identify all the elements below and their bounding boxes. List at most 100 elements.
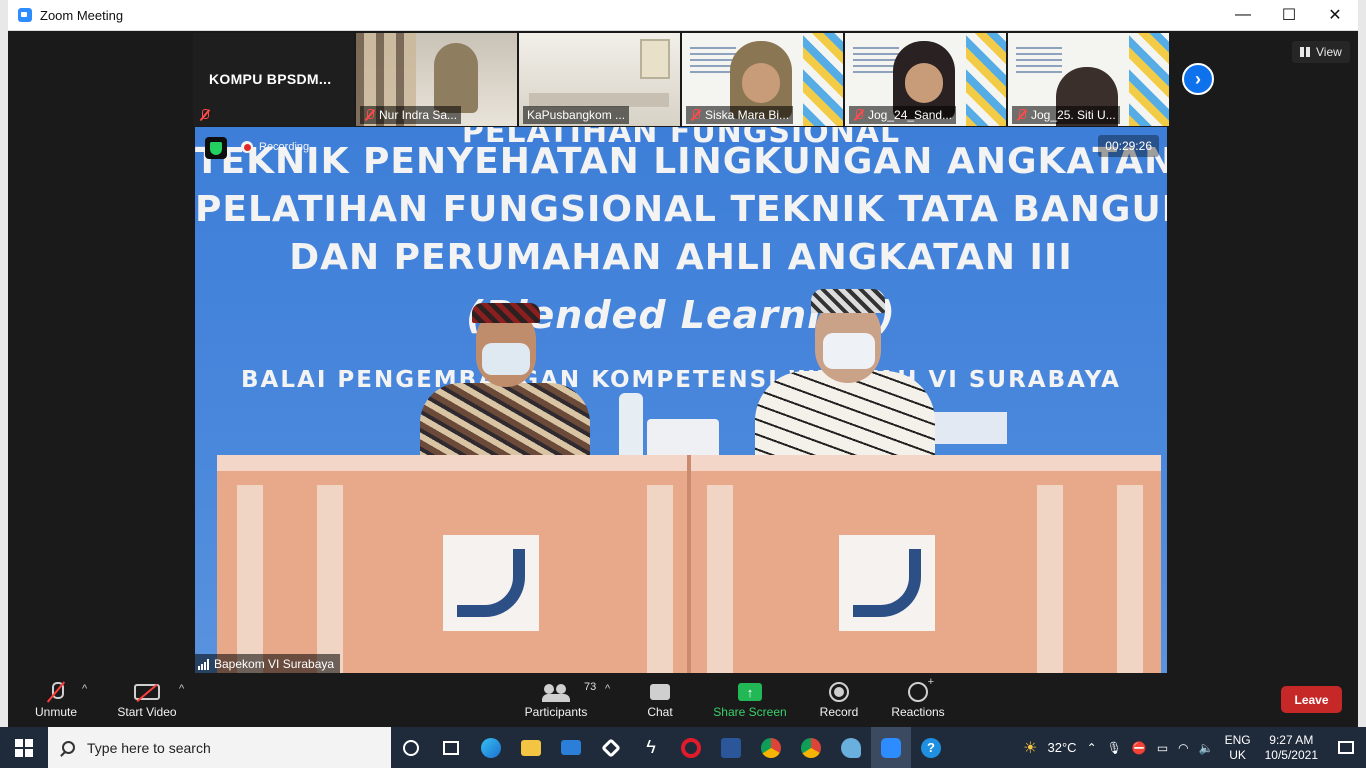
recording-indicator: Recording bbox=[241, 141, 309, 153]
clock[interactable]: 9:27 AM 10/5/2021 bbox=[1257, 733, 1326, 763]
presenter-headband bbox=[472, 303, 540, 323]
participants-count: 73 bbox=[584, 681, 597, 693]
zoom-taskbar-icon[interactable] bbox=[871, 727, 911, 768]
participant-face bbox=[905, 63, 943, 103]
weather-icon[interactable]: ☀ bbox=[1018, 738, 1042, 758]
participants-button[interactable]: 73 Participants bbox=[524, 679, 597, 719]
slide-line: (Blended Learning) bbox=[466, 293, 896, 337]
participant-name: KaPusbangkom ... bbox=[527, 108, 626, 122]
paint-icon[interactable] bbox=[831, 727, 871, 768]
desk-panel bbox=[317, 485, 343, 674]
task-view-icon[interactable] bbox=[431, 727, 471, 768]
volume-icon[interactable]: 🔈 bbox=[1194, 741, 1219, 755]
word-icon[interactable] bbox=[711, 727, 751, 768]
presenter-left bbox=[410, 303, 600, 483]
slide-line: BALAI PENGEMBANGAN KOMPETENSI WILAYAH VI… bbox=[241, 367, 1121, 393]
connection-signal-icon bbox=[198, 658, 209, 670]
clock-date: 10/5/2021 bbox=[1264, 747, 1318, 762]
taskbar-search[interactable]: Type here to search bbox=[48, 727, 391, 768]
keyboard-region: UK bbox=[1229, 747, 1246, 762]
desk-panel bbox=[707, 485, 733, 674]
security-shield-icon[interactable] bbox=[205, 137, 227, 159]
start-video-label: Start Video bbox=[117, 705, 177, 719]
name-label: Nur Indra Sa... bbox=[360, 106, 462, 124]
video-options-caret[interactable]: ^ bbox=[179, 683, 184, 695]
desk-divider bbox=[687, 455, 691, 674]
participant-tile[interactable]: Jog_25. Siti U... bbox=[1008, 33, 1169, 126]
office-window bbox=[640, 39, 670, 79]
participant-tile[interactable]: Siska Mara Bi... bbox=[682, 33, 843, 126]
notification-center-icon[interactable] bbox=[1326, 741, 1366, 754]
network-error-icon[interactable]: ⛔ bbox=[1127, 741, 1152, 755]
battery-icon[interactable]: ▭ bbox=[1152, 741, 1173, 755]
chevron-up-icon[interactable]: ⌃ bbox=[1082, 741, 1102, 755]
start-button[interactable] bbox=[0, 727, 48, 768]
participants-options-caret[interactable]: ^ bbox=[605, 683, 610, 695]
participant-tile[interactable]: Nur Indra Sa... bbox=[356, 33, 517, 126]
share-screen-icon: ↑ bbox=[738, 683, 762, 701]
video-off-icon bbox=[134, 684, 160, 700]
thumbnail-strip: KOMPU BPSDM... Nur Indra Sa... KaPusbang… bbox=[193, 33, 1169, 126]
presenter-headband bbox=[811, 289, 885, 313]
close-button[interactable]: ✕ bbox=[1312, 0, 1358, 30]
reactions-icon bbox=[908, 676, 934, 702]
dropbox-icon[interactable] bbox=[591, 727, 631, 768]
mic-muted-icon bbox=[853, 109, 864, 121]
chrome-icon[interactable] bbox=[751, 727, 791, 768]
participant-tile[interactable]: KaPusbangkom ... bbox=[519, 33, 680, 126]
unmute-button[interactable]: Unmute bbox=[32, 679, 80, 719]
tissue-box bbox=[647, 419, 719, 459]
opera-icon[interactable] bbox=[671, 727, 711, 768]
chrome-profile-icon[interactable] bbox=[791, 727, 831, 768]
share-screen-button[interactable]: ↑ Share Screen bbox=[713, 679, 787, 719]
desk-panel bbox=[237, 485, 263, 674]
maximize-button[interactable]: ☐ bbox=[1266, 0, 1312, 30]
speaker-name: Bapekom VI Surabaya bbox=[214, 657, 335, 671]
mail-icon[interactable] bbox=[551, 727, 591, 768]
wifi-icon[interactable]: ◠ bbox=[1173, 741, 1193, 755]
participant-name: Jog_24_Sand... bbox=[868, 108, 953, 122]
windows-logo-icon bbox=[15, 738, 33, 757]
slide-line: DAN PERUMAHAN AHLI ANGKATAN III bbox=[289, 237, 1073, 278]
participant-video bbox=[434, 43, 478, 113]
view-button[interactable]: View bbox=[1292, 41, 1350, 63]
participant-name: Jog_25. Siti U... bbox=[1031, 108, 1116, 122]
language-indicator[interactable]: ENG UK bbox=[1219, 733, 1257, 763]
participant-name: KOMPU BPSDM... bbox=[209, 71, 332, 87]
participant-tile[interactable]: KOMPU BPSDM... bbox=[193, 33, 354, 126]
grid-view-icon bbox=[1300, 47, 1310, 57]
next-page-arrow-icon[interactable]: › bbox=[1182, 63, 1214, 95]
file-explorer-icon[interactable] bbox=[511, 727, 551, 768]
edge-icon[interactable] bbox=[471, 727, 511, 768]
meeting-toolbar: Unmute ^ Start Video ^ 73 Participants ^… bbox=[8, 673, 1358, 727]
chat-button[interactable]: Chat bbox=[640, 679, 680, 719]
speaker-name-label: Bapekom VI Surabaya bbox=[195, 654, 341, 674]
meeting-timer: 00:29:26 bbox=[1098, 135, 1159, 157]
participant-name: Siska Mara Bi... bbox=[705, 108, 790, 122]
face-mask bbox=[823, 333, 875, 369]
name-label: Jog_24_Sand... bbox=[849, 106, 957, 124]
participant-tile[interactable]: Jog_24_Sand... bbox=[845, 33, 1006, 126]
help-icon[interactable]: ? bbox=[911, 727, 951, 768]
audio-options-caret[interactable]: ^ bbox=[82, 683, 87, 695]
record-icon bbox=[829, 682, 849, 702]
app-lightning-icon[interactable]: ϟ bbox=[631, 727, 671, 768]
reactions-button[interactable]: Reactions bbox=[890, 676, 946, 719]
name-label: KaPusbangkom ... bbox=[523, 106, 630, 124]
minimize-button[interactable]: — bbox=[1220, 0, 1266, 30]
poster-pattern bbox=[966, 33, 1006, 126]
name-label: Siska Mara Bi... bbox=[686, 106, 794, 124]
face-mask bbox=[482, 343, 530, 375]
mic-muted-icon bbox=[1016, 109, 1027, 121]
cortana-icon[interactable] bbox=[391, 727, 431, 768]
leave-button[interactable]: Leave bbox=[1281, 686, 1342, 713]
record-button[interactable]: Record bbox=[814, 679, 864, 719]
weather-temp[interactable]: 32°C bbox=[1043, 740, 1082, 755]
title-bar: Zoom Meeting — ☐ ✕ bbox=[8, 0, 1358, 31]
chat-icon bbox=[650, 684, 670, 700]
windows-taskbar: Type here to search ϟ ? ☀ 32°C ⌃ 🎙 ⛔ ▭ ◠… bbox=[0, 727, 1366, 768]
mic-muted-icon bbox=[364, 109, 375, 121]
microphone-icon[interactable]: 🎙 bbox=[1102, 741, 1127, 755]
taskbar-apps: ϟ ? bbox=[391, 727, 951, 768]
start-video-button[interactable]: Start Video bbox=[116, 679, 178, 719]
